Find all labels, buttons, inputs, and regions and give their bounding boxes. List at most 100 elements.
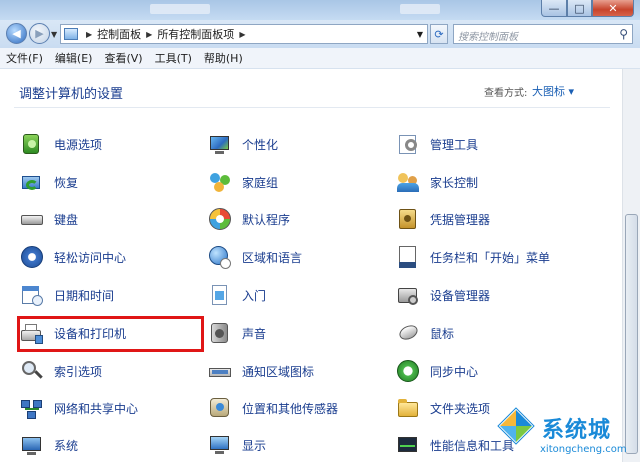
- breadcrumb-separator-icon[interactable]: ▶: [146, 30, 152, 39]
- menu-tools[interactable]: 工具(T): [149, 50, 198, 66]
- menu-file[interactable]: 文件(F): [0, 50, 49, 66]
- watermark-logo-icon: [497, 407, 535, 445]
- sync-center-icon: [396, 359, 420, 383]
- close-button[interactable]: ✕: [592, 0, 634, 17]
- cp-item-location-sensors[interactable]: 位置和其他传感器: [208, 394, 338, 422]
- cp-item-getting-started[interactable]: 入门: [208, 281, 266, 309]
- cp-item-label: 日期和时间: [54, 288, 115, 303]
- cp-item-label: 任务栏和「开始」菜单: [430, 250, 551, 265]
- cp-item-label: 文件夹选项: [430, 401, 491, 416]
- cp-item-label: 设备管理器: [430, 288, 491, 303]
- cp-item-network-sharing[interactable]: 网络和共享中心: [20, 394, 138, 422]
- cp-item-label: 恢复: [54, 175, 79, 190]
- cp-item-taskbar-start[interactable]: 任务栏和「开始」菜单: [396, 243, 550, 271]
- homegroup-icon: [208, 170, 232, 194]
- recent-pages-dropdown[interactable]: ▼: [51, 30, 57, 39]
- admin-tools-icon: [396, 132, 420, 156]
- cp-item-recovery[interactable]: 恢复: [20, 168, 78, 196]
- search-icon[interactable]: ⚲: [619, 27, 628, 41]
- cp-item-label: 系统: [54, 438, 79, 453]
- cp-item-homegroup[interactable]: 家庭组: [208, 168, 278, 196]
- recovery-icon: [20, 170, 44, 194]
- cp-item-date-time[interactable]: 日期和时间: [20, 281, 114, 309]
- caption-buttons: — □ ✕: [541, 0, 634, 17]
- cp-item-label: 电源选项: [54, 137, 103, 152]
- cp-item-label: 声音: [242, 326, 267, 341]
- window-title-bar: — □ ✕: [0, 0, 640, 20]
- cp-item-sound[interactable]: 声音: [208, 319, 266, 347]
- performance-icon: [396, 433, 420, 457]
- menu-view[interactable]: 查看(V): [98, 50, 148, 66]
- cp-item-folder-options[interactable]: 文件夹选项: [396, 394, 490, 422]
- network-icon: [20, 396, 44, 420]
- cp-item-label: 位置和其他传感器: [242, 401, 339, 416]
- cp-item-label: 家庭组: [242, 175, 279, 190]
- cp-item-label: 网络和共享中心: [54, 401, 139, 416]
- cp-item-label: 索引选项: [54, 364, 103, 379]
- breadcrumb-separator-icon[interactable]: ▶: [239, 30, 245, 39]
- display-monitor-icon: [208, 433, 232, 457]
- cp-item-label: 区域和语言: [242, 250, 303, 265]
- cp-item-region-language[interactable]: 区域和语言: [208, 243, 302, 271]
- search-placeholder: 搜索控制面板: [458, 32, 518, 43]
- cp-item-keyboard[interactable]: 键盘: [20, 205, 78, 233]
- breadcrumb-all-items[interactable]: 所有控制面板项: [157, 26, 234, 42]
- cp-item-mouse[interactable]: 鼠标: [396, 319, 454, 347]
- cp-item-label: 凭据管理器: [430, 212, 491, 227]
- cp-item-label: 个性化: [242, 137, 279, 152]
- address-dropdown-icon[interactable]: ▼: [417, 30, 423, 39]
- back-button[interactable]: ◀: [6, 23, 27, 44]
- taskbar-start-icon: [396, 245, 420, 269]
- system-computer-icon: [20, 433, 44, 457]
- blurred-title-fragment: [150, 4, 210, 14]
- default-programs-icon: [208, 207, 232, 231]
- cp-item-label: 键盘: [54, 212, 79, 227]
- cp-item-admin-tools[interactable]: 管理工具: [396, 130, 478, 158]
- cp-item-credential-manager[interactable]: 凭据管理器: [396, 205, 490, 233]
- breadcrumb-control-panel[interactable]: 控制面板: [97, 26, 141, 42]
- forward-button[interactable]: ▶: [29, 23, 50, 44]
- search-input[interactable]: 搜索控制面板 ⚲: [453, 24, 633, 44]
- cp-item-notification-icons[interactable]: 通知区域图标: [208, 357, 314, 385]
- notification-area-icon: [208, 359, 232, 383]
- header-divider: [14, 107, 610, 108]
- calendar-clock-icon: [20, 283, 44, 307]
- maximize-button[interactable]: □: [567, 0, 592, 17]
- cp-item-display[interactable]: 显示: [208, 431, 266, 459]
- device-manager-icon: [396, 283, 420, 307]
- cp-item-indexing-options[interactable]: 索引选项: [20, 357, 102, 385]
- cp-item-ease-of-access[interactable]: 轻松访问中心: [20, 243, 126, 271]
- cp-item-label: 入门: [242, 288, 267, 303]
- cp-item-personalization[interactable]: 个性化: [208, 130, 278, 158]
- watermark-url: xitongcheng.com: [540, 444, 627, 455]
- cp-item-power-options[interactable]: 电源选项: [20, 130, 102, 158]
- breadcrumb-separator-icon[interactable]: ▶: [86, 30, 92, 39]
- refresh-button[interactable]: ⟳: [430, 24, 448, 44]
- cp-item-device-manager[interactable]: 设备管理器: [396, 281, 490, 309]
- cp-item-default-programs[interactable]: 默认程序: [208, 205, 290, 233]
- keyboard-icon: [20, 207, 44, 231]
- cp-item-system[interactable]: 系统: [20, 431, 78, 459]
- mouse-icon: [396, 321, 420, 345]
- credential-vault-icon: [396, 207, 420, 231]
- indexing-magnifier-icon: [20, 359, 44, 383]
- address-field[interactable]: ▶ 控制面板 ▶ 所有控制面板项 ▶ ▼: [60, 24, 428, 44]
- view-by-label: 查看方式:: [484, 88, 528, 99]
- blurred-title-fragment: [400, 4, 440, 14]
- cp-item-sync-center[interactable]: 同步中心: [396, 357, 478, 385]
- cp-item-label: 默认程序: [242, 212, 291, 227]
- menu-help[interactable]: 帮助(H): [198, 50, 249, 66]
- menu-bar: 文件(F) 编辑(E) 查看(V) 工具(T) 帮助(H): [0, 48, 640, 69]
- cp-item-parental-controls[interactable]: 家长控制: [396, 168, 478, 196]
- power-options-icon: [20, 132, 44, 156]
- cp-item-label: 显示: [242, 438, 267, 453]
- control-panel-icon: [64, 28, 78, 40]
- globe-clock-icon: [208, 245, 232, 269]
- personalization-icon: [208, 132, 232, 156]
- address-bar-row: ◀ ▶ ▼ ▶ 控制面板 ▶ 所有控制面板项 ▶ ▼ ⟳ 搜索控制面板 ⚲: [0, 20, 640, 48]
- menu-edit[interactable]: 编辑(E): [49, 50, 99, 66]
- minimize-button[interactable]: —: [541, 0, 567, 17]
- view-by-dropdown[interactable]: 大图标 ▾: [532, 83, 574, 99]
- cp-item-label: 管理工具: [430, 137, 479, 152]
- speaker-icon: [208, 321, 232, 345]
